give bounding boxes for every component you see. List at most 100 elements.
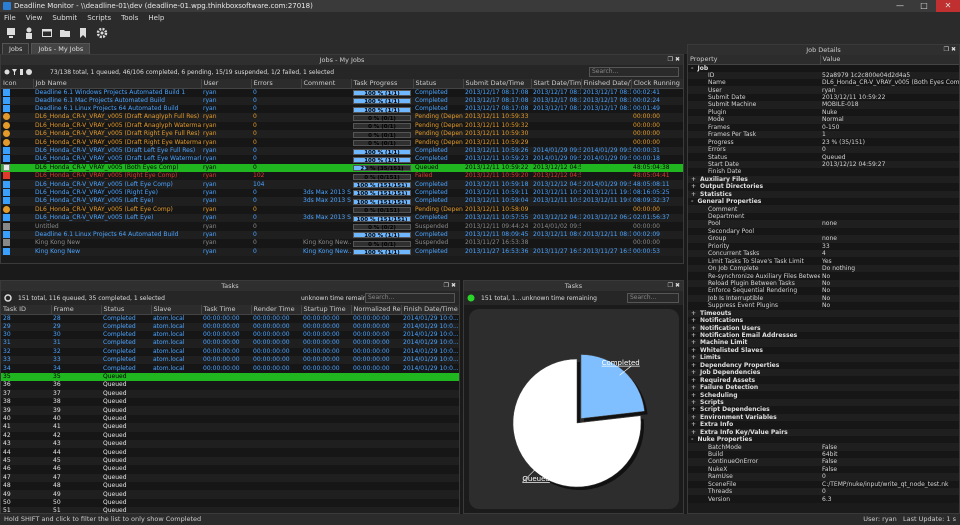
- menu-tools[interactable]: Tools: [121, 14, 138, 22]
- task-row[interactable]: 35 35 Queued: [1, 372, 459, 382]
- task-row[interactable]: 37 37 Queued: [1, 389, 459, 399]
- job-row[interactable]: King Kong New ryan 0 King Kong New... 0 % (0…: [1, 239, 683, 248]
- property-section[interactable]: + Limits: [688, 354, 959, 362]
- task-row[interactable]: 29 29 Completed atom.local 00:00:00:00 00:00:…: [1, 322, 459, 331]
- gear-icon[interactable]: [96, 27, 108, 39]
- property-section[interactable]: - General Properties: [688, 197, 959, 206]
- task-row[interactable]: 31 31 Completed atom.local 00:00:00:00 00:00:…: [1, 339, 459, 348]
- task-row[interactable]: 34 34 Completed atom.local 00:00:00:00 00:00:…: [1, 364, 459, 373]
- task-row[interactable]: 50 50 Queued: [1, 498, 459, 508]
- collapse-icon[interactable]: -: [691, 436, 694, 443]
- property-section[interactable]: + Statistics: [688, 190, 959, 198]
- task-row[interactable]: 33 33 Completed atom.local 00:00:00:00 00:00:…: [1, 356, 459, 365]
- job-row[interactable]: Untitled ryan 0 0 % (0/2) Suspended 2013/12/1…: [1, 222, 683, 231]
- expand-icon[interactable]: +: [691, 332, 696, 339]
- property-section[interactable]: + Scheduling: [688, 391, 959, 399]
- panel-float-icon[interactable]: ❐ ✖: [668, 55, 680, 65]
- filter-icons[interactable]: [4, 68, 46, 76]
- column-header-clock-running[interactable]: Clock Running: [631, 79, 683, 89]
- collapse-icon[interactable]: -: [691, 65, 694, 72]
- property-section[interactable]: + Extra Info Key/Value Pairs: [688, 428, 959, 436]
- menu-scripts[interactable]: Scripts: [87, 14, 111, 22]
- tasks-chart-search-input[interactable]: Search...: [627, 293, 679, 303]
- expand-icon[interactable]: +: [691, 176, 696, 183]
- property-section[interactable]: + Machine Limit: [688, 339, 959, 347]
- column-header-submit-date-time[interactable]: Submit Date/Time: [463, 79, 532, 89]
- column-header-status[interactable]: Status: [101, 305, 152, 315]
- tasks-search-input[interactable]: Search...: [365, 293, 455, 303]
- expand-icon[interactable]: +: [691, 191, 696, 198]
- task-row[interactable]: 36 36 Queued: [1, 381, 459, 390]
- task-row[interactable]: 30 30 Completed atom.local 00:00:00:00 00:00:…: [1, 330, 459, 340]
- column-header-job-name[interactable]: Job Name: [33, 79, 202, 89]
- column-header-status[interactable]: Status: [413, 79, 464, 89]
- property-section[interactable]: + Timeouts: [688, 309, 959, 317]
- close-button[interactable]: ✕: [936, 0, 960, 12]
- expand-icon[interactable]: +: [691, 362, 696, 369]
- column-header-normalized-rend[interactable]: Normalized Rend: [351, 305, 402, 315]
- property-section[interactable]: - Nuke Properties: [688, 435, 959, 444]
- task-row[interactable]: 43 43 Queued: [1, 439, 459, 449]
- property-section[interactable]: + Environment Variables: [688, 413, 959, 422]
- property-section[interactable]: + Notifications: [688, 316, 959, 325]
- expand-icon[interactable]: +: [691, 354, 696, 361]
- job-row[interactable]: Deadline 6.1 Linux Projects 64 Automated…: [1, 104, 683, 114]
- job-row[interactable]: DL6_Honda_CR-V_VRAY_v005 (Both Eyes Comp…: [1, 163, 683, 173]
- property-section[interactable]: + Auxiliary Files: [688, 175, 959, 184]
- task-row[interactable]: 28 28 Completed atom.local 00:00:00:00 00:00:…: [1, 314, 459, 323]
- property-section[interactable]: + Failure Detection: [688, 383, 959, 392]
- user-icon[interactable]: [24, 27, 34, 39]
- property-section[interactable]: + Dependency Properties: [688, 361, 959, 369]
- expand-icon[interactable]: +: [691, 310, 696, 317]
- column-header-frame[interactable]: Frame: [51, 305, 102, 315]
- property-section[interactable]: + Extra Info: [688, 421, 959, 429]
- folder-icon[interactable]: [60, 27, 70, 39]
- expand-icon[interactable]: +: [691, 317, 696, 324]
- refresh-icon[interactable]: [4, 294, 14, 302]
- minimize-button[interactable]: —: [888, 0, 912, 12]
- column-header-finished-date-time[interactable]: Finished Date/Time: [581, 79, 632, 89]
- bookmark-icon[interactable]: [78, 27, 88, 39]
- job-row[interactable]: DL6_Honda_CR-V_VRAY_v005 (Draft Left Eye…: [1, 146, 683, 156]
- task-row[interactable]: 46 46 Queued: [1, 465, 459, 474]
- job-row[interactable]: DL6_Honda_CR-V_VRAY_v005 (Draft Anaglyph…: [1, 113, 683, 122]
- job-row[interactable]: DL6_Honda_CR-V_VRAY_v005 (Draft Right Ey…: [1, 130, 683, 139]
- job-row[interactable]: Deadline 6.1 Mac Projects Automated Buil…: [1, 96, 683, 105]
- property-section[interactable]: + Notification Users: [688, 324, 959, 332]
- job-row[interactable]: DL6_Honda_CR-V_VRAY_v005 (Right Eye Comp…: [1, 172, 683, 181]
- column-header-startup-time[interactable]: Startup Time: [301, 305, 352, 315]
- task-row[interactable]: 49 49 Queued: [1, 490, 459, 499]
- column-header-user[interactable]: User: [201, 79, 252, 89]
- menu-file[interactable]: File: [4, 14, 16, 22]
- expand-icon[interactable]: +: [691, 421, 696, 428]
- expand-icon[interactable]: +: [691, 377, 696, 384]
- task-row[interactable]: 42 42 Queued: [1, 431, 459, 440]
- job-row[interactable]: DL6_Honda_CR-V_VRAY_v005 (Left Eye Comp)…: [1, 180, 683, 189]
- expand-icon[interactable]: +: [691, 339, 696, 346]
- task-row[interactable]: 48 48 Queued: [1, 481, 459, 491]
- task-row[interactable]: 44 44 Queued: [1, 448, 459, 457]
- property-section[interactable]: + Notification Email Addresses: [688, 331, 959, 340]
- task-row[interactable]: 47 47 Queued: [1, 473, 459, 482]
- panel-float-icon[interactable]: ❐ ✖: [444, 281, 456, 291]
- column-header-task-time[interactable]: Task Time: [201, 305, 252, 315]
- job-row[interactable]: DL6_Honda_CR-V_VRAY_v005 (Left Eye) ryan 0…: [1, 197, 683, 206]
- column-header-icon[interactable]: Icon: [1, 79, 34, 89]
- property-section[interactable]: + Script Dependencies: [688, 406, 959, 414]
- property-section[interactable]: + Job Dependencies: [688, 369, 959, 377]
- property-section[interactable]: + Required Assets: [688, 376, 959, 384]
- window-icon[interactable]: [42, 27, 52, 39]
- property-section[interactable]: + Scripts: [688, 398, 959, 407]
- job-row[interactable]: DL6_Honda_CR-V_VRAY_v005 (Draft Anaglyph…: [1, 121, 683, 131]
- jobs-search-input[interactable]: Search...: [589, 67, 679, 77]
- panel-float-icon[interactable]: ❐ ✖: [668, 281, 680, 291]
- menu-view[interactable]: View: [26, 14, 43, 22]
- property-section[interactable]: + Output Directories: [688, 183, 959, 191]
- column-header-comment[interactable]: Comment: [301, 79, 352, 89]
- column-header-slave[interactable]: Slave: [151, 305, 202, 315]
- collapse-icon[interactable]: -: [691, 198, 694, 205]
- expand-icon[interactable]: +: [691, 429, 696, 436]
- expand-icon[interactable]: +: [691, 414, 696, 421]
- maximize-button[interactable]: □: [912, 0, 936, 12]
- column-header-value[interactable]: Value: [820, 55, 959, 65]
